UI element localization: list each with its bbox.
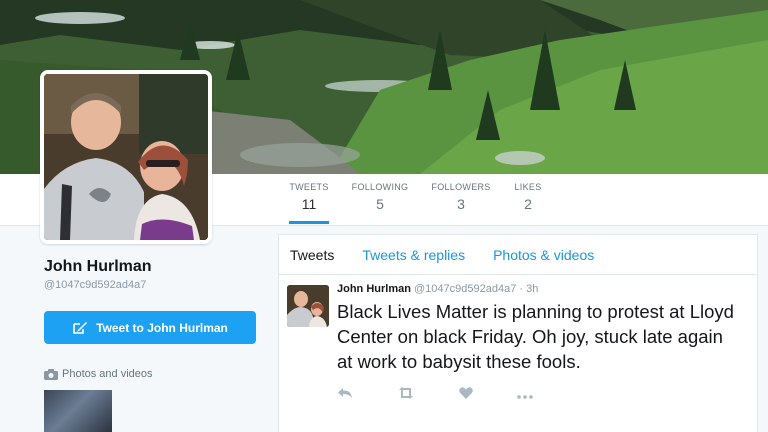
- stat-followers-label: FOLLOWERS: [431, 182, 491, 192]
- profile-name[interactable]: John Hurlman: [44, 258, 152, 276]
- retweet-icon[interactable]: [397, 386, 415, 402]
- profile-handle: @1047c9d592ad4a7: [44, 279, 147, 291]
- tweet-author-name[interactable]: John Hurlman: [337, 283, 411, 295]
- stat-following[interactable]: FOLLOWING 5: [351, 182, 409, 212]
- heart-icon[interactable]: [459, 386, 473, 402]
- stat-tweets-value: 11: [301, 196, 317, 212]
- stat-likes-value: 2: [524, 196, 532, 212]
- tweet-author-handle[interactable]: @1047c9d592ad4a7: [414, 283, 516, 295]
- stat-following-value: 5: [376, 196, 384, 212]
- stat-likes[interactable]: LIKES 2: [513, 182, 543, 212]
- tweet-to-button-label: Tweet to John Hurlman: [96, 320, 228, 335]
- tab-tweets[interactable]: Tweets: [290, 247, 334, 263]
- stat-likes-label: LIKES: [514, 182, 542, 192]
- tweet-item[interactable]: John Hurlman @1047c9d592ad4a7 · 3h Black…: [279, 275, 757, 402]
- tweet-avatar[interactable]: [287, 285, 329, 327]
- timeline: Tweets Tweets & replies Photos & videos …: [278, 234, 758, 432]
- tweet-actions: [337, 386, 747, 402]
- tab-tweets-replies[interactable]: Tweets & replies: [362, 247, 465, 263]
- tweet-separator: ·: [519, 283, 524, 295]
- tweet-text: Black Lives Matter is planning to protes…: [337, 301, 734, 372]
- tweet-to-button[interactable]: Tweet to John Hurlman: [44, 311, 256, 344]
- timeline-tabs: Tweets Tweets & replies Photos & videos: [279, 235, 757, 275]
- stat-tweets[interactable]: TWEETS 11: [289, 182, 329, 224]
- compose-icon: [73, 321, 88, 334]
- tweet-timestamp[interactable]: 3h: [526, 283, 538, 295]
- photos-and-videos-link[interactable]: Photos and videos: [44, 368, 153, 380]
- media-thumbnail[interactable]: [44, 390, 112, 432]
- stat-following-label: FOLLOWING: [351, 182, 409, 192]
- more-icon[interactable]: [517, 386, 533, 402]
- stat-tweets-label: TWEETS: [289, 182, 329, 192]
- tab-photos-videos[interactable]: Photos & videos: [493, 247, 594, 263]
- avatar-photo: [44, 74, 208, 240]
- stat-followers-value: 3: [457, 196, 465, 212]
- tweet-avatar-photo: [287, 285, 329, 327]
- photos-and-videos-label: Photos and videos: [62, 368, 153, 380]
- reply-icon[interactable]: [337, 386, 353, 402]
- stat-followers[interactable]: FOLLOWERS 3: [431, 182, 491, 212]
- camera-icon: [44, 368, 58, 380]
- tweet-header: John Hurlman @1047c9d592ad4a7 · 3h: [337, 283, 747, 295]
- profile-avatar[interactable]: [40, 70, 212, 244]
